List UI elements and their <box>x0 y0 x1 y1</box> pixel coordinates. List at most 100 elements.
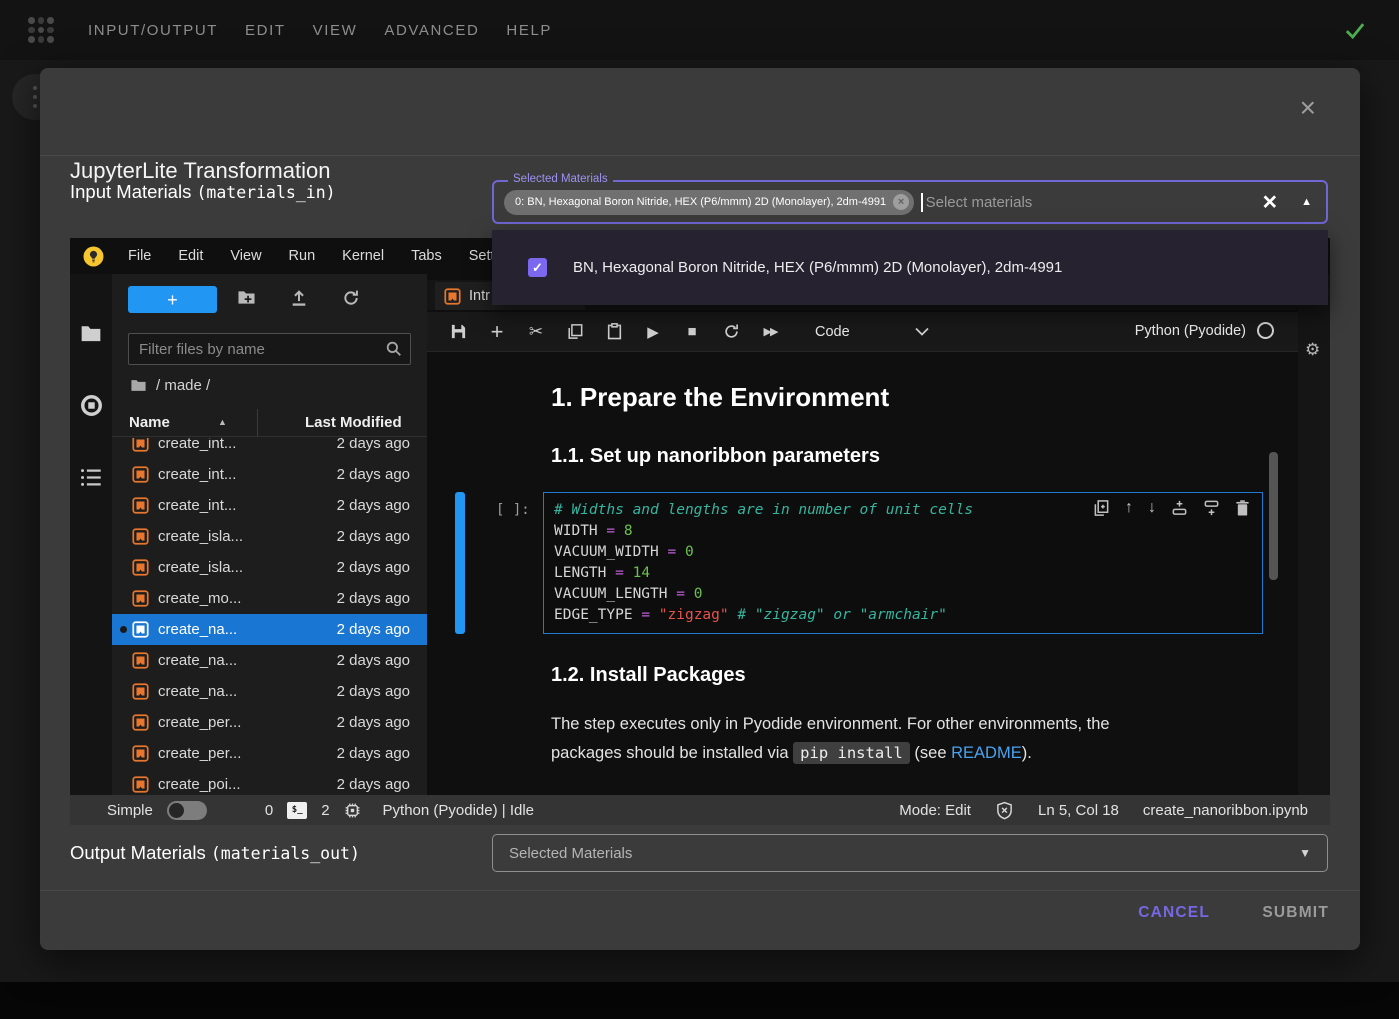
checkbox-checked-icon[interactable]: ✓ <box>528 258 547 277</box>
output-materials-select[interactable]: Selected Materials ▼ <box>492 834 1328 872</box>
delete-cell-icon[interactable] <box>1235 499 1250 517</box>
file-modified: 2 days ago <box>337 528 410 545</box>
stop-kernel-icon[interactable]: ■ <box>682 323 702 340</box>
readme-link[interactable]: README <box>951 744 1022 762</box>
file-name: create_per... <box>158 745 337 762</box>
file-row[interactable]: create_per...2 days ago <box>112 707 427 738</box>
file-row[interactable]: create_int...2 days ago <box>112 459 427 490</box>
jupyter-menu: FileEditViewRunKernelTabsSettings <box>128 248 521 264</box>
menu-item-advanced[interactable]: ADVANCED <box>384 22 479 39</box>
chip-remove-icon[interactable]: × <box>893 194 909 210</box>
chevron-down-icon[interactable] <box>915 327 929 336</box>
file-name: create_mo... <box>158 590 337 607</box>
mode-indicator[interactable]: Mode: Edit <box>899 802 971 819</box>
insert-cell-below-icon[interactable] <box>1203 499 1220 517</box>
paste-cells-icon[interactable] <box>604 323 624 340</box>
file-row[interactable]: create_int...2 days ago <box>112 438 427 459</box>
insert-cell-above-icon[interactable] <box>1171 499 1188 517</box>
trust-shield-icon[interactable] <box>995 801 1014 820</box>
footer-divider <box>40 890 1360 891</box>
materials-dropdown: ✓ BN, Hexagonal Boron Nitride, HEX (P6/m… <box>492 230 1328 305</box>
jupyter-menu-file[interactable]: File <box>128 248 151 264</box>
add-cell-icon[interactable]: + <box>487 323 507 341</box>
running-kernels-icon[interactable] <box>80 394 103 417</box>
file-row[interactable]: create_isla...2 days ago <box>112 552 427 583</box>
notebook-heading-1-1: 1.1. Set up nanoribbon parameters <box>551 445 880 468</box>
move-cell-up-icon[interactable]: ↑ <box>1125 499 1133 517</box>
column-last-modified[interactable]: Last Modified <box>305 414 402 431</box>
backdrop-bottom <box>0 982 1399 1019</box>
jupyter-menu-run[interactable]: Run <box>289 248 316 264</box>
submit-button[interactable]: SUBMIT <box>1262 904 1329 922</box>
code-line: EDGE_TYPE = "zigzag" # "zigzag" or "armc… <box>554 605 1252 626</box>
refresh-icon[interactable] <box>342 289 360 307</box>
kernel-chip-icon[interactable] <box>344 802 361 819</box>
menu-item-help[interactable]: HELP <box>506 22 552 39</box>
code-line: LENGTH = 14 <box>554 563 1252 584</box>
table-of-contents-icon[interactable] <box>80 467 103 488</box>
run-all-icon[interactable]: ▶▶ <box>760 325 780 338</box>
file-row[interactable]: create_na...2 days ago <box>112 614 427 645</box>
jupyter-menu-view[interactable]: View <box>230 248 261 264</box>
file-row[interactable]: create_na...2 days ago <box>112 676 427 707</box>
notebook-file-icon <box>132 745 149 762</box>
cancel-button[interactable]: CANCEL <box>1138 904 1210 922</box>
file-row[interactable]: create_mo...2 days ago <box>112 583 427 614</box>
selected-materials-field[interactable]: Selected Materials 0: BN, Hexagonal Boro… <box>492 180 1328 224</box>
close-icon[interactable]: × <box>1300 94 1316 122</box>
materials-input-placeholder[interactable]: Select materials <box>926 194 1263 211</box>
filter-files-input[interactable] <box>128 333 411 365</box>
screen: INPUT/OUTPUTEDITVIEWADVANCEDHELP Jupyter… <box>0 0 1399 1019</box>
dropdown-option-label[interactable]: BN, Hexagonal Boron Nitride, HEX (P6/mmm… <box>573 259 1062 276</box>
notebook-file-icon <box>132 438 149 452</box>
gear-icon[interactable]: ⚙ <box>1305 340 1320 360</box>
file-row[interactable]: create_isla...2 days ago <box>112 521 427 552</box>
upload-icon[interactable] <box>290 289 308 307</box>
code-cell-editor[interactable]: # Widths and lengths are in number of un… <box>543 492 1263 634</box>
jupyter-menu-kernel[interactable]: Kernel <box>342 248 384 264</box>
notebook-heading-1-2: 1.2. Install Packages <box>551 664 746 687</box>
kernel-status-text[interactable]: Python (Pyodide) | Idle <box>383 802 534 819</box>
terminal-icon[interactable]: $_ <box>287 802 307 819</box>
notebook-file-icon <box>132 466 149 483</box>
file-row[interactable]: create_na...2 days ago <box>112 645 427 676</box>
kernel-status-icon[interactable] <box>1257 322 1274 339</box>
notebook-tab-label: Intr <box>469 288 490 304</box>
notebook-heading-1: 1. Prepare the Environment <box>551 382 889 413</box>
menu-item-edit[interactable]: EDIT <box>245 22 286 39</box>
cursor-position[interactable]: Ln 5, Col 18 <box>1038 802 1119 819</box>
notebook-scrollbar-thumb[interactable] <box>1269 452 1278 580</box>
collapse-caret-icon[interactable]: ▲ <box>1301 196 1312 208</box>
notebook-file-icon <box>132 714 149 731</box>
simple-mode-toggle[interactable] <box>167 801 207 820</box>
menu-item-view[interactable]: VIEW <box>313 22 358 39</box>
new-folder-icon[interactable] <box>237 289 256 306</box>
jupyter-menu-tabs[interactable]: Tabs <box>411 248 442 264</box>
new-launcher-button[interactable]: + <box>128 286 217 313</box>
file-name: create_int... <box>158 438 337 452</box>
breadcrumb[interactable]: / made / <box>130 377 210 394</box>
column-divider <box>257 409 258 437</box>
file-browser: + / made / <box>112 274 427 795</box>
file-row[interactable]: create_poi...2 days ago <box>112 769 427 795</box>
notebook-file-icon <box>132 559 149 576</box>
file-row[interactable]: create_per...2 days ago <box>112 738 427 769</box>
kernel-name[interactable]: Python (Pyodide) <box>1135 323 1246 339</box>
material-chip[interactable]: 0: BN, Hexagonal Boron Nitride, HEX (P6/… <box>504 190 914 215</box>
file-modified: 2 days ago <box>337 466 410 483</box>
save-icon[interactable] <box>448 323 468 340</box>
column-name[interactable]: Name <box>129 414 170 431</box>
restart-kernel-icon[interactable] <box>721 323 741 340</box>
file-row[interactable]: create_int...2 days ago <box>112 490 427 521</box>
run-cell-icon[interactable]: ▶ <box>643 323 663 341</box>
active-cell-collapser[interactable] <box>455 492 465 634</box>
jupyter-menu-edit[interactable]: Edit <box>178 248 203 264</box>
cut-cells-icon[interactable]: ✂ <box>526 322 546 342</box>
cell-type-select[interactable]: Code <box>815 324 850 340</box>
copy-cells-icon[interactable] <box>565 323 585 340</box>
menu-item-input-output[interactable]: INPUT/OUTPUT <box>88 22 218 39</box>
clear-icon[interactable]: × <box>1263 190 1278 215</box>
file-browser-icon[interactable] <box>80 324 102 344</box>
move-cell-down-icon[interactable]: ↓ <box>1148 499 1156 517</box>
duplicate-cell-icon[interactable] <box>1093 499 1110 517</box>
